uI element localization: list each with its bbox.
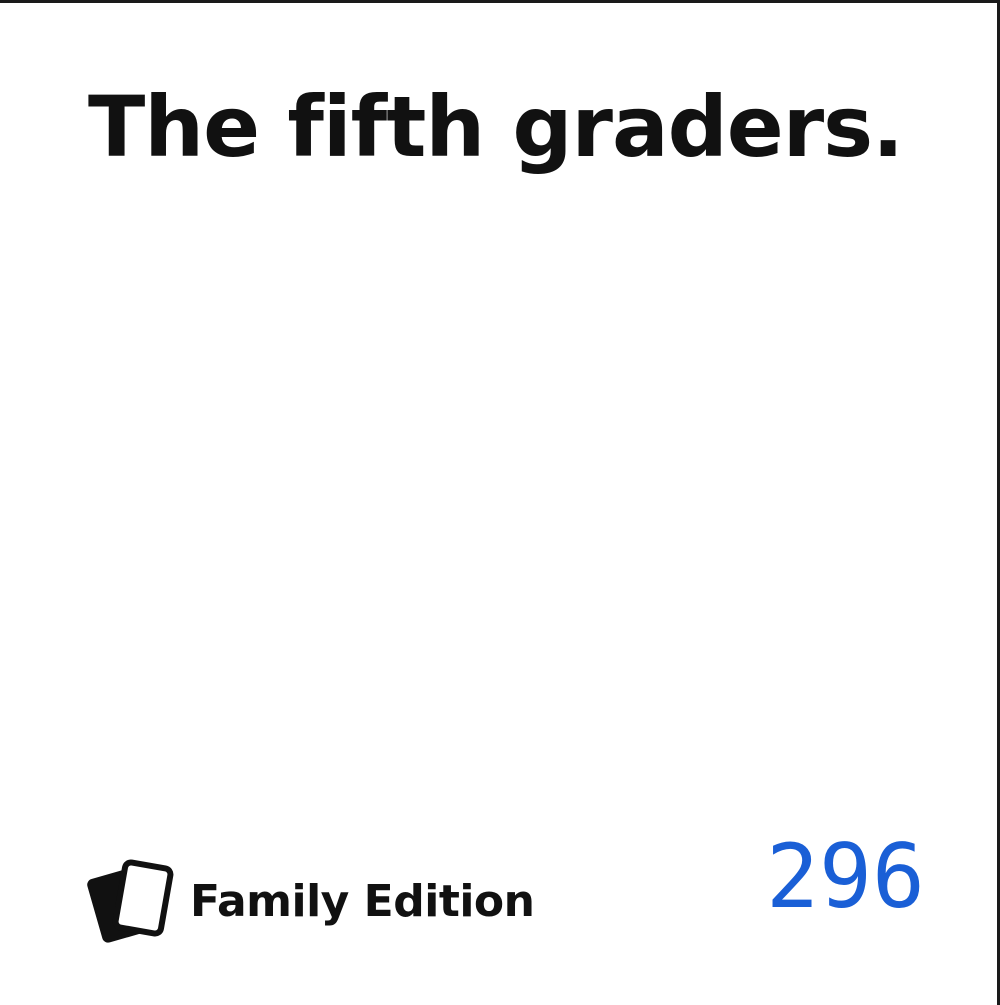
game-card: The fifth graders. Family Edition 296 [0, 0, 1000, 1005]
card-text: The fifth graders. [88, 78, 904, 176]
brand-mark: Family Edition [86, 855, 535, 947]
brand-name: Family Edition [190, 875, 535, 927]
card-number: 296 [766, 825, 925, 928]
stacked-cards-icon [87, 859, 174, 943]
